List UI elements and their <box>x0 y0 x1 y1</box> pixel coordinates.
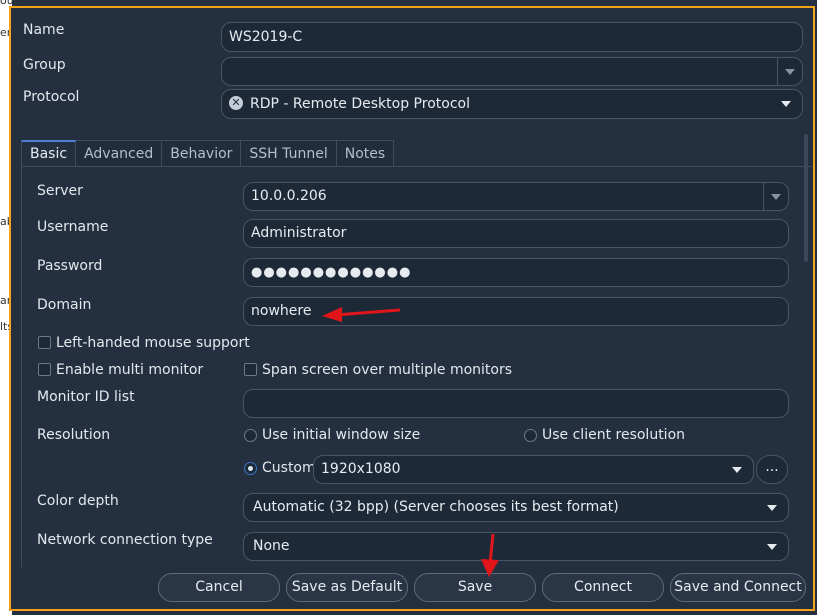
save-and-connect-button[interactable]: Save and Connect <box>670 573 806 602</box>
network-dropdown-button[interactable] <box>760 533 784 560</box>
name-input[interactable]: WS2019-C <box>221 22 803 52</box>
server-value: 10.0.0.206 <box>251 188 327 204</box>
protocol-value: RDP - Remote Desktop Protocol <box>250 96 470 112</box>
span-screen-checkbox[interactable] <box>244 363 257 376</box>
chevron-down-icon <box>771 193 781 200</box>
chevron-down-icon <box>785 68 795 75</box>
group-combo[interactable] <box>221 57 803 86</box>
monitor-id-input[interactable] <box>243 389 789 418</box>
rdp-plugin-icon: ✕ <box>229 96 243 110</box>
password-label: Password <box>37 258 103 274</box>
res-custom-label: Custom <box>262 460 316 476</box>
left-handed-checkbox[interactable] <box>38 336 51 349</box>
tab-notes[interactable]: Notes <box>336 140 395 167</box>
server-label: Server <box>37 183 83 199</box>
chevron-down-icon <box>767 543 777 550</box>
res-custom-value: 1920x1080 <box>321 461 401 477</box>
username-label: Username <box>37 219 109 235</box>
save-button[interactable]: Save <box>414 573 536 602</box>
group-label: Group <box>23 57 66 73</box>
res-initial-radio[interactable] <box>244 429 257 442</box>
domain-label: Domain <box>37 297 92 313</box>
res-custom-select[interactable]: 1920x1080 <box>313 455 754 484</box>
server-combo[interactable]: 10.0.0.206 <box>243 182 789 211</box>
color-depth-value: Automatic (32 bpp) (Server chooses its b… <box>253 499 619 515</box>
resolution-list-button[interactable]: ... <box>756 455 788 484</box>
cancel-button[interactable]: Cancel <box>158 573 280 602</box>
res-client-radio[interactable] <box>524 429 537 442</box>
res-initial-label: Use initial window size <box>262 427 421 443</box>
tab-behavior[interactable]: Behavior <box>162 140 242 167</box>
save-as-default-button[interactable]: Save as Default <box>286 573 408 602</box>
tab-advanced[interactable]: Advanced <box>76 140 163 167</box>
protocol-select[interactable]: ✕ RDP - Remote Desktop Protocol <box>221 89 803 119</box>
password-input[interactable]: ●●●●●●●●●●●●● <box>243 258 789 287</box>
res-custom-radio[interactable] <box>244 462 257 475</box>
color-depth-label: Color depth <box>37 493 119 509</box>
vertical-scrollbar[interactable] <box>804 134 808 262</box>
chevron-down-icon <box>732 466 742 473</box>
name-label: Name <box>23 22 65 38</box>
multi-monitor-label: Enable multi monitor <box>56 362 204 378</box>
tab-bar: Basic Advanced Behavior SSH Tunnel Notes <box>21 140 395 167</box>
domain-input[interactable]: nowhere <box>243 297 789 326</box>
chevron-down-icon <box>781 101 791 107</box>
tab-ssh-tunnel[interactable]: SSH Tunnel <box>241 140 337 167</box>
protocol-dropdown-button[interactable] <box>774 90 798 118</box>
group-dropdown-button[interactable] <box>777 58 802 85</box>
chevron-down-icon <box>767 504 777 511</box>
network-select[interactable]: None <box>243 532 789 561</box>
monitor-id-label: Monitor ID list <box>37 389 135 405</box>
server-dropdown-button[interactable] <box>763 183 788 210</box>
protocol-label: Protocol <box>23 89 80 105</box>
color-depth-dropdown-button[interactable] <box>760 494 784 521</box>
res-dropdown-button[interactable] <box>725 456 749 483</box>
network-value: None <box>253 538 290 554</box>
color-depth-select[interactable]: Automatic (32 bpp) (Server chooses its b… <box>243 493 789 522</box>
res-client-label: Use client resolution <box>542 427 686 443</box>
tab-basic[interactable]: Basic <box>21 140 77 167</box>
network-label: Network connection type <box>37 532 213 548</box>
resolution-label: Resolution <box>37 427 111 443</box>
username-input[interactable]: Administrator <box>243 219 789 248</box>
multi-monitor-checkbox[interactable] <box>38 363 51 376</box>
span-screen-label: Span screen over multiple monitors <box>262 362 513 378</box>
left-handed-label: Left-handed mouse support <box>56 335 250 351</box>
connect-button[interactable]: Connect <box>542 573 664 602</box>
